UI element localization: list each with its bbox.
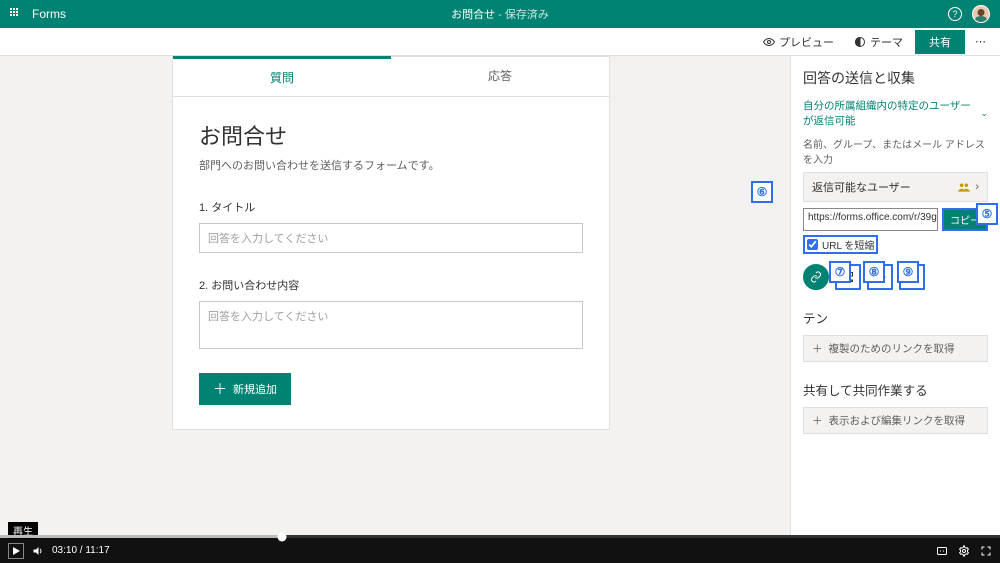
question-1-input[interactable]: 回答を入力してください (199, 223, 583, 253)
responder-scope-dropdown[interactable]: 自分の所属組織内の特定のユーザーが返信可能 ⌄ (803, 98, 988, 128)
chevron-down-icon: ⌄ (980, 108, 988, 119)
tab-questions[interactable]: 質問 (173, 56, 391, 96)
play-button[interactable] (8, 543, 24, 559)
eye-icon (763, 36, 775, 48)
tabs: 質問 応答 (173, 57, 609, 97)
settings-icon[interactable] (958, 545, 970, 557)
share-url-field[interactable]: https://forms.office.com/r/39gb35Ljq3 (803, 208, 938, 231)
help-icon[interactable]: ? (948, 7, 962, 21)
collab-section-title: 共有して共同作業する (803, 380, 988, 399)
theme-label: テーマ (870, 34, 903, 50)
doc-title: お問合せ - 保存済み (451, 6, 549, 22)
preview-button[interactable]: プレビュー (755, 31, 842, 53)
form-card: 質問 応答 お問合せ 部門へのお問い合わせを送信するフォームです。 1. タイト… (172, 56, 610, 430)
share-button[interactable]: 共有 (915, 30, 965, 54)
group-icon (957, 180, 971, 194)
time-display: 03:10 / 11:17 (52, 545, 110, 556)
doc-saved-state: - 保存済み (498, 9, 549, 21)
question-2-label: 2. お問い合わせ内容 (199, 277, 583, 293)
question-2-input[interactable]: 回答を入力してください (199, 301, 583, 349)
shorten-url-input[interactable] (807, 239, 818, 250)
add-question-button[interactable]: ＋ 新規追加 (199, 373, 291, 405)
doc-title-text: お問合せ (451, 9, 495, 21)
form-desc[interactable]: 部門へのお問い合わせを送信するフォームです。 (199, 157, 583, 173)
annotation-7: ⑦ (829, 261, 851, 283)
more-button[interactable]: ⋯ (969, 32, 992, 51)
share-link-icon[interactable] (803, 264, 829, 290)
annotation-9: ⑨ (897, 261, 919, 283)
responder-scope-label: 自分の所属組織内の特定のユーザーが返信可能 (803, 98, 980, 128)
app-header: Forms お問合せ - 保存済み ? (0, 0, 1000, 28)
shorten-url-checkbox[interactable]: URL を短縮 (803, 235, 878, 254)
fullscreen-icon[interactable] (980, 545, 992, 557)
theme-icon (854, 36, 866, 48)
allowed-users-box[interactable]: 返信可能なユーザー › (803, 172, 988, 202)
question-1-label: 1. タイトル (199, 199, 583, 215)
captions-icon[interactable] (936, 545, 948, 557)
shorten-url-label: URL を短縮 (822, 237, 874, 252)
form-title[interactable]: お問合せ (199, 119, 583, 151)
annotation-6: ⑥ (751, 181, 773, 203)
app-name: Forms (32, 7, 66, 21)
share-panel: 回答の送信と収集 自分の所属組織内の特定のユーザーが返信可能 ⌄ 名前、グループ… (790, 56, 1000, 538)
play-icon (10, 545, 22, 557)
allowed-users-label: 返信可能なユーザー (812, 179, 911, 195)
share-panel-title: 回答の送信と収集 (803, 68, 988, 88)
waffle-icon[interactable] (10, 8, 22, 20)
question-1[interactable]: 1. タイトル 回答を入力してください (199, 199, 583, 253)
add-question-label: 新規追加 (233, 381, 277, 397)
duplicate-link-button[interactable]: ＋複製のためのリンクを取得 (803, 335, 988, 362)
template-section-title: テン (803, 308, 988, 327)
editor-pane: 質問 応答 お問合せ 部門へのお問い合わせを送信するフォームです。 1. タイト… (0, 56, 790, 538)
progress-knob[interactable] (278, 532, 287, 541)
question-2[interactable]: 2. お問い合わせ内容 回答を入力してください (199, 277, 583, 349)
avatar[interactable] (972, 5, 990, 23)
annotation-8: ⑧ (863, 261, 885, 283)
chevron-right-icon[interactable]: › (975, 181, 979, 193)
toolbar: プレビュー テーマ 共有 ⋯ (0, 28, 1000, 56)
preview-label: プレビュー (779, 34, 834, 50)
progress-bar[interactable] (0, 535, 1000, 538)
theme-button[interactable]: テーマ (846, 31, 911, 53)
tab-responses[interactable]: 応答 (391, 57, 609, 96)
collab-link-button[interactable]: ＋表示および編集リンクを取得 (803, 407, 988, 434)
responder-filter-label: 名前、グループ、またはメール アドレスを入力 (803, 136, 988, 166)
annotation-5: ⑤ (976, 203, 998, 225)
volume-icon[interactable] (32, 545, 44, 557)
video-player-bar: 再生 03:10 / 11:17 (0, 538, 1000, 563)
